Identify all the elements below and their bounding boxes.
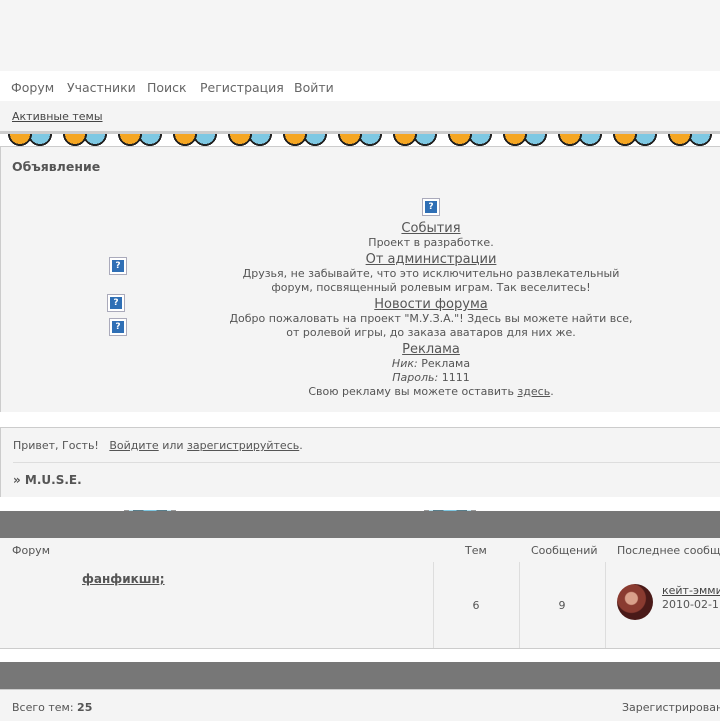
events-text: Проект в разработке. [368,236,494,249]
broken-image-icon [422,198,440,216]
ads-link[interactable]: Реклама [141,342,720,357]
admin-text-line2: форум, посвященный ролевым играм. Так ве… [271,281,591,294]
col-posts: Сообщений [531,544,598,557]
ads-nick: Ник: Реклама [141,357,720,371]
decorative-strip [0,649,720,662]
total-topics: Всего тем: 25 [12,701,92,714]
last-post-user-link[interactable]: кейт-эмми [662,584,720,597]
main-nav: Форум Участники Поиск Регистрация Войти [0,71,720,101]
decorative-strip [0,413,720,427]
topics-count: 6 [472,599,480,612]
announcement-section-news: Новости форума Добро пожаловать на проек… [141,297,720,340]
posts-count: 9 [558,599,566,612]
events-link[interactable]: События [141,221,720,236]
news-text-line2: от ролевой игры, до заказа аватаров для … [286,326,576,339]
total-topics-value: 25 [77,701,93,714]
admin-link[interactable]: От администрации [141,252,720,267]
greeting-or: или [158,439,188,452]
login-link[interactable]: Войдите [109,439,158,452]
forum-link[interactable]: фанфикшн; [82,572,165,586]
divider [519,562,520,648]
broken-image-icon [107,294,125,312]
active-topics-link[interactable]: Активные темы [12,110,103,123]
announcement-section-ads: Реклама Ник: Реклама Пароль: 1111 Свою р… [141,342,720,399]
forum-table-header: Форум Тем Сообщений Последнее сообщ [0,538,720,563]
greeting-panel: Привет, Гость! Войдите или зарегистрируй… [0,427,720,497]
table-row: фанфикшн; 6 9 кейт-эмми 2010-02-1 [0,562,720,649]
nav-search[interactable]: Поиск [147,80,187,95]
total-topics-label: Всего тем: [12,701,78,714]
avatar[interactable] [617,584,653,620]
stats-panel: Всего тем: 25 Зарегистрирован [0,689,720,721]
announcement-section-admin: От администрации Друзья, не забывайте, ч… [141,252,720,295]
register-link[interactable]: зарегистрируйтесь [187,439,299,452]
divider [605,562,606,648]
divider [433,562,434,648]
greeting-end: . [299,439,303,452]
ads-note-text: Свою рекламу вы можете оставить [308,385,518,398]
col-forum: Форум [12,544,50,557]
broken-image-icon [109,257,127,275]
header-banner [0,0,720,72]
breadcrumb[interactable]: » M.U.S.E. [13,473,82,487]
col-last-post: Последнее сообщ [617,544,720,557]
decorative-strip [0,497,720,511]
nav-login[interactable]: Войти [294,80,334,95]
ads-here-link[interactable]: здесь [517,385,550,398]
nav-members[interactable]: Участники [67,80,136,95]
announcement-title: Объявление [12,159,101,174]
news-link[interactable]: Новости форума [141,297,720,312]
active-topics-bar: Активные темы [0,101,720,134]
category-header [0,511,720,538]
col-topics: Тем [465,544,487,557]
ads-note-end: . [550,385,554,398]
stats-header [0,662,720,689]
decorative-strip [0,134,720,146]
nick-label: Ник: [391,357,418,370]
pass-label: Пароль: [392,371,439,384]
greeting-text: Привет, Гость! Войдите или зарегистрируй… [13,439,303,452]
nav-forum[interactable]: Форум [11,80,54,95]
nav-register[interactable]: Регистрация [200,80,284,95]
divider [13,462,720,463]
announcement-panel: Объявление События Проект в разработке. … [0,146,720,412]
announcement-section-events: События Проект в разработке. [141,221,720,250]
news-text-line1: Добро пожаловать на проект "М.У.З.А."! З… [229,312,633,325]
ads-pass: Пароль: 1111 [141,371,720,385]
ads-note: Свою рекламу вы можете оставить здесь. [141,385,720,399]
last-post-date: 2010-02-1 [662,598,719,611]
nick-value: Реклама [421,357,471,370]
greeting-hello: Привет, Гость! [13,439,99,452]
admin-text-line1: Друзья, не забывайте, что это исключител… [242,267,620,280]
broken-image-icon [109,318,127,336]
pass-value: 1111 [441,371,470,384]
registered-label: Зарегистрирован [622,701,720,714]
